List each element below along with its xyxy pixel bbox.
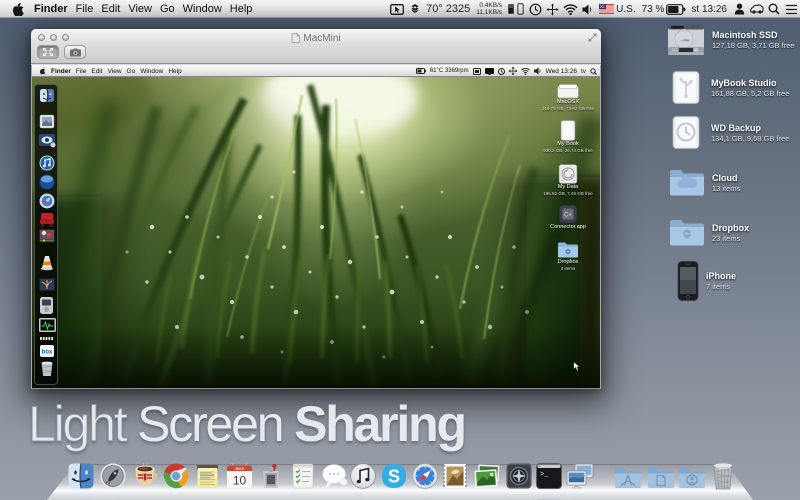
svg-text:C+: C+	[564, 213, 572, 219]
svg-text:box: box	[42, 350, 53, 356]
